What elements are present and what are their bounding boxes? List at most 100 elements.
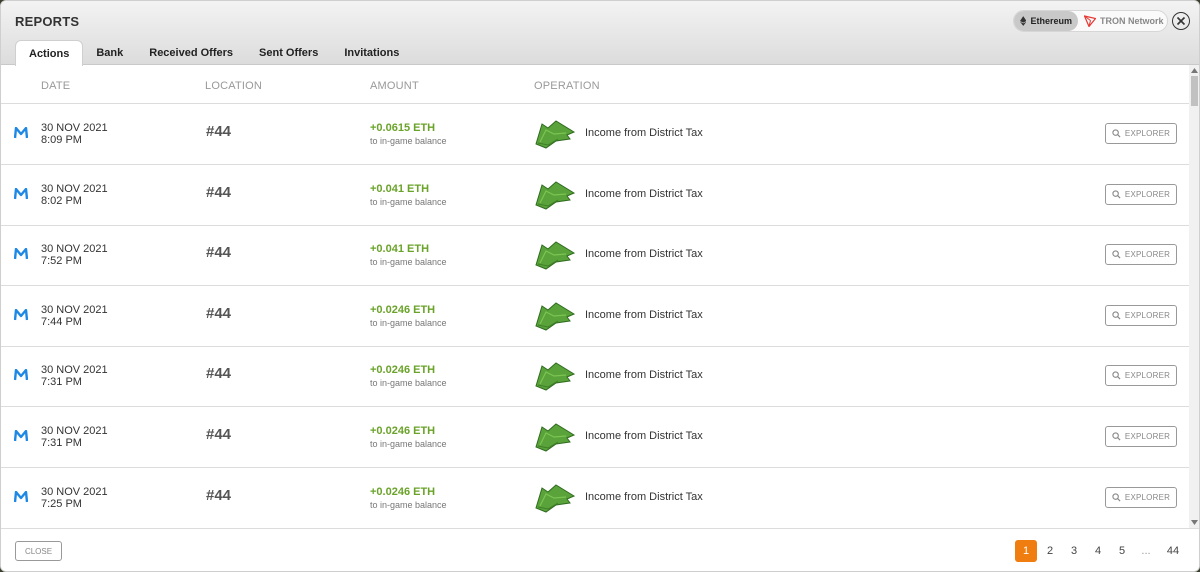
district-land-icon [535,362,576,391]
report-tabs: Actions Bank Received Offers Sent Offers… [15,40,412,66]
district-land-icon [535,180,576,210]
row-datetime: 30 NOV 2021 8:09 PM [41,122,108,146]
page-link[interactable]: 1 [1015,540,1037,562]
row-datetime: 30 NOV 2021 7:31 PM [41,425,108,449]
page-link[interactable]: 4 [1086,540,1110,562]
explorer-button[interactable]: EXPLORER [1105,123,1177,144]
tab-actions[interactable]: Actions [15,40,84,66]
scroll-thumb[interactable] [1191,76,1198,106]
row-location: #44 [206,183,232,201]
search-icon [1112,432,1121,441]
explorer-button[interactable]: EXPLORER [1105,244,1177,266]
metamask-m-icon [14,187,28,199]
district-land-icon [535,241,576,270]
row-operation: Income from District Tax [585,490,703,503]
table-row: 30 NOV 2021 8:09 PM #44 +0.0615 ETH to in-ga… [1,104,1189,165]
row-amount-note: to in-game balance [370,317,447,328]
network-option-label: Ethereum [1030,16,1072,26]
explorer-button[interactable]: EXPLORER [1105,304,1177,326]
network-option-ethereum[interactable]: Ethereum [1014,11,1078,31]
row-operation: Income from District Tax [585,127,703,139]
tron-icon [1084,15,1096,27]
row-time: 7:25 PM [41,497,82,510]
metamask-m-icon [14,308,28,320]
pagination: 1 2 3 4 5... 44 [1015,540,1188,562]
row-datetime: 30 NOV 2021 8:02 PM [41,183,108,207]
ethereum-icon [1020,16,1027,26]
network-option-tron[interactable]: TRON Network [1078,11,1170,31]
table-row: 30 NOV 2021 7:25 PM #44 +0.0246 ETH to in-ga… [1,468,1189,528]
table-scrollbar[interactable] [1189,65,1199,528]
explorer-label: EXPLORER [1124,250,1171,260]
metamask-m-icon [14,369,28,381]
row-amount-note: to in-game balance [370,136,447,146]
network-option-label: TRON Network [1100,16,1164,26]
district-land-icon [535,120,576,149]
modal-header: REPORTS Ethereum TRON Network Actions Ba… [1,1,1199,66]
close-x-glyph [1176,16,1186,26]
row-location: #44 [206,123,232,140]
row-amount-note: to in-game balance [370,439,447,449]
row-amount-note: to in-game balance [370,196,447,207]
row-time: 7:52 PM [41,255,82,268]
scroll-up-icon[interactable] [1190,66,1199,75]
row-amount: +0.041 ETH [370,182,430,195]
search-icon [1112,189,1121,199]
row-time: 7:31 PM [41,376,82,389]
pagination-ellipsis: ... [1141,545,1151,557]
table-row: 30 NOV 2021 7:31 PM #44 +0.0246 ETH to in-ga… [1,407,1189,468]
row-amount-note: to in-game balance [370,499,447,510]
page-link[interactable]: 2 [1038,540,1062,562]
metamask-m-icon [14,127,28,139]
row-date: 30 NOV 2021 [41,364,108,377]
row-operation: Income from District Tax [585,308,703,321]
tab-bank[interactable]: Bank [83,40,136,65]
explorer-button[interactable]: EXPLORER [1105,365,1177,387]
metamask-m-icon [14,248,28,260]
table-row: 30 NOV 2021 8:02 PM #44 +0.041 ETH to in-gam… [1,165,1189,226]
row-date: 30 NOV 2021 [41,122,108,134]
row-date: 30 NOV 2021 [41,485,108,498]
row-datetime: 30 NOV 2021 7:25 PM [41,486,108,510]
reports-modal: REPORTS Ethereum TRON Network Actions Ba… [0,0,1200,572]
explorer-button[interactable]: EXPLORER [1105,486,1177,508]
row-date: 30 NOV 2021 [41,425,108,437]
row-date: 30 NOV 2021 [41,182,108,195]
row-amount: +0.0246 ETH [370,303,436,316]
explorer-label: EXPLORER [1124,129,1171,138]
explorer-label: EXPLORER [1124,310,1171,320]
search-icon [1112,371,1121,380]
metamask-m-icon [14,490,28,502]
modal-title: REPORTS [15,14,80,29]
row-time: 8:02 PM [41,194,82,207]
row-amount: +0.0615 ETH [370,122,436,134]
row-operation: Income from District Tax [585,187,703,200]
page-link[interactable]: 44 [1158,540,1188,562]
tab-received-offers[interactable]: Received Offers [136,40,246,65]
row-location: #44 [206,244,232,262]
explorer-label: EXPLORER [1124,371,1171,381]
tab-sent-offers[interactable]: Sent Offers [246,40,331,65]
metamask-m-icon [14,430,28,442]
explorer-label: EXPLORER [1124,432,1171,441]
actions-table: 30 NOV 2021 8:09 PM #44 +0.0615 ETH to in-ga… [1,65,1189,528]
district-land-icon [535,423,576,452]
row-operation: Income from District Tax [585,430,703,442]
row-time: 8:09 PM [41,134,82,146]
explorer-button[interactable]: EXPLORER [1105,183,1177,205]
table-row: 30 NOV 2021 7:44 PM #44 +0.0246 ETH to in-ga… [1,286,1189,347]
tab-invitations[interactable]: Invitations [331,40,412,65]
explorer-label: EXPLORER [1124,492,1171,502]
row-date: 30 NOV 2021 [41,243,108,256]
search-icon [1112,250,1121,259]
row-date: 30 NOV 2021 [41,303,108,316]
explorer-button[interactable]: EXPLORER [1105,426,1177,447]
scroll-down-icon[interactable] [1190,518,1199,527]
row-amount-note: to in-game balance [370,378,447,389]
close-button[interactable]: CLOSE [15,541,62,561]
close-icon[interactable] [1172,12,1190,30]
table-row: 30 NOV 2021 7:52 PM #44 +0.041 ETH to in-gam… [1,225,1189,287]
page-link[interactable]: 5 [1110,540,1134,562]
page-link[interactable]: 3 [1062,540,1086,562]
row-amount-note: to in-game balance [370,257,447,268]
